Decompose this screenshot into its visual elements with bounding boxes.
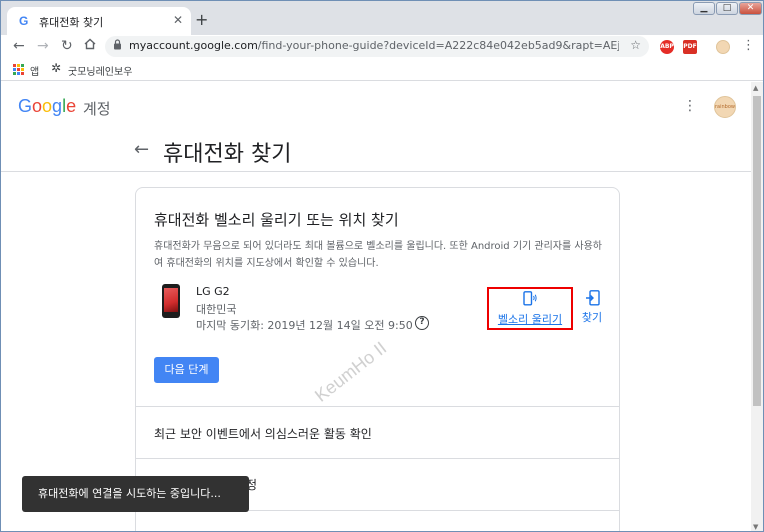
google-logo[interactable]: Google xyxy=(18,96,76,117)
browser-window: G 휴대전화 찾기 ✕ + ▁ □ ✕ ← → ↻ myaccount.goog… xyxy=(0,0,764,532)
adblock-icon[interactable]: ABP xyxy=(660,40,674,54)
apps-bookmark-label[interactable]: 앱 xyxy=(30,63,39,78)
pdf-icon[interactable]: PDF xyxy=(683,40,697,54)
device-country: 대한민국 xyxy=(196,303,237,316)
pinwheel-icon: ✲ xyxy=(51,61,62,75)
phone-image xyxy=(162,284,180,318)
find-button-label: 찾기 xyxy=(581,311,603,324)
bookmarks-bar: 앱 ✲ 굿모닝레인보우 xyxy=(1,59,763,81)
scrollbar-thumb[interactable] xyxy=(753,96,761,406)
page-title-bar: ← 휴대전화 찾기 xyxy=(1,130,751,172)
page-content: Google 계정 ⋮ rainbow ← 휴대전화 찾기 휴대전화 벨소리 울… xyxy=(1,82,751,531)
divider xyxy=(136,406,619,407)
device-last-sync: 마지막 동기화: 2019년 12월 14일 오전 9:50 xyxy=(196,319,413,332)
connecting-toast: 휴대전화에 연결을 시도하는 중입니다... xyxy=(22,476,249,512)
back-arrow-icon[interactable]: ← xyxy=(13,38,25,54)
lock-icon xyxy=(113,39,122,53)
divider xyxy=(136,458,619,459)
tab-close-icon[interactable]: ✕ xyxy=(173,13,183,27)
ring-phone-button[interactable]: 벨소리 울리기 xyxy=(487,287,573,330)
back-arrow-icon[interactable]: ← xyxy=(134,139,149,160)
bookmark-item[interactable]: 굿모닝레인보우 xyxy=(68,63,132,78)
page-scrollbar[interactable]: ▲ ▼ xyxy=(751,82,763,531)
maximize-button[interactable]: □ xyxy=(716,2,738,15)
google-favicon-icon: G xyxy=(19,14,29,28)
apps-grid-icon[interactable] xyxy=(13,64,24,75)
account-label: 계정 xyxy=(83,100,111,118)
close-window-button[interactable]: ✕ xyxy=(739,2,762,15)
help-icon[interactable]: ? xyxy=(415,316,429,330)
url-text[interactable]: myaccount.google.com/find-your-phone-gui… xyxy=(129,39,619,52)
avatar[interactable]: rainbow xyxy=(714,96,736,118)
scroll-up-icon[interactable]: ▲ xyxy=(753,84,758,92)
locate-phone-icon xyxy=(586,290,600,306)
home-icon[interactable] xyxy=(84,38,96,54)
address-bar[interactable]: myaccount.google.com/find-your-phone-gui… xyxy=(105,36,649,57)
profile-avatar-icon[interactable] xyxy=(716,40,730,54)
tab-title: 휴대전화 찾기 xyxy=(39,16,104,29)
browser-menu-icon[interactable]: ⋮ xyxy=(742,38,755,53)
device-name: LG G2 xyxy=(196,285,230,298)
bookmark-star-icon[interactable]: ☆ xyxy=(630,38,641,52)
browser-tab[interactable]: G 휴대전화 찾기 ✕ xyxy=(7,7,191,35)
tab-strip: G 휴대전화 찾기 ✕ + ▁ □ ✕ xyxy=(1,1,763,35)
ring-button-label: 벨소리 울리기 xyxy=(497,313,563,326)
forward-arrow-icon[interactable]: → xyxy=(37,38,49,54)
page-title: 휴대전화 찾기 xyxy=(163,142,292,167)
minimize-button[interactable]: ▁ xyxy=(693,2,715,15)
card-title: 휴대전화 벨소리 울리기 또는 위치 찾기 xyxy=(154,211,399,229)
security-events-row[interactable]: 최근 보안 이벤트에서 의심스러운 활동 확인 xyxy=(154,425,372,442)
browser-toolbar: ← → ↻ myaccount.google.com/find-your-pho… xyxy=(1,35,763,59)
card-description: 휴대전화가 무음으로 되어 있더라도 최대 볼륨으로 벨소리를 울립니다. 또한… xyxy=(154,241,602,269)
reload-icon[interactable]: ↻ xyxy=(61,38,73,54)
next-step-button[interactable]: 다음 단계 xyxy=(154,357,219,383)
more-options-icon[interactable]: ⋮ xyxy=(683,98,697,114)
phone-ring-icon xyxy=(523,291,537,306)
new-tab-button[interactable]: + xyxy=(195,10,208,29)
scroll-down-icon[interactable]: ▼ xyxy=(753,523,758,531)
google-account-header: Google 계정 ⋮ rainbow xyxy=(1,82,751,130)
find-phone-button[interactable]: 찾기 xyxy=(577,290,607,328)
